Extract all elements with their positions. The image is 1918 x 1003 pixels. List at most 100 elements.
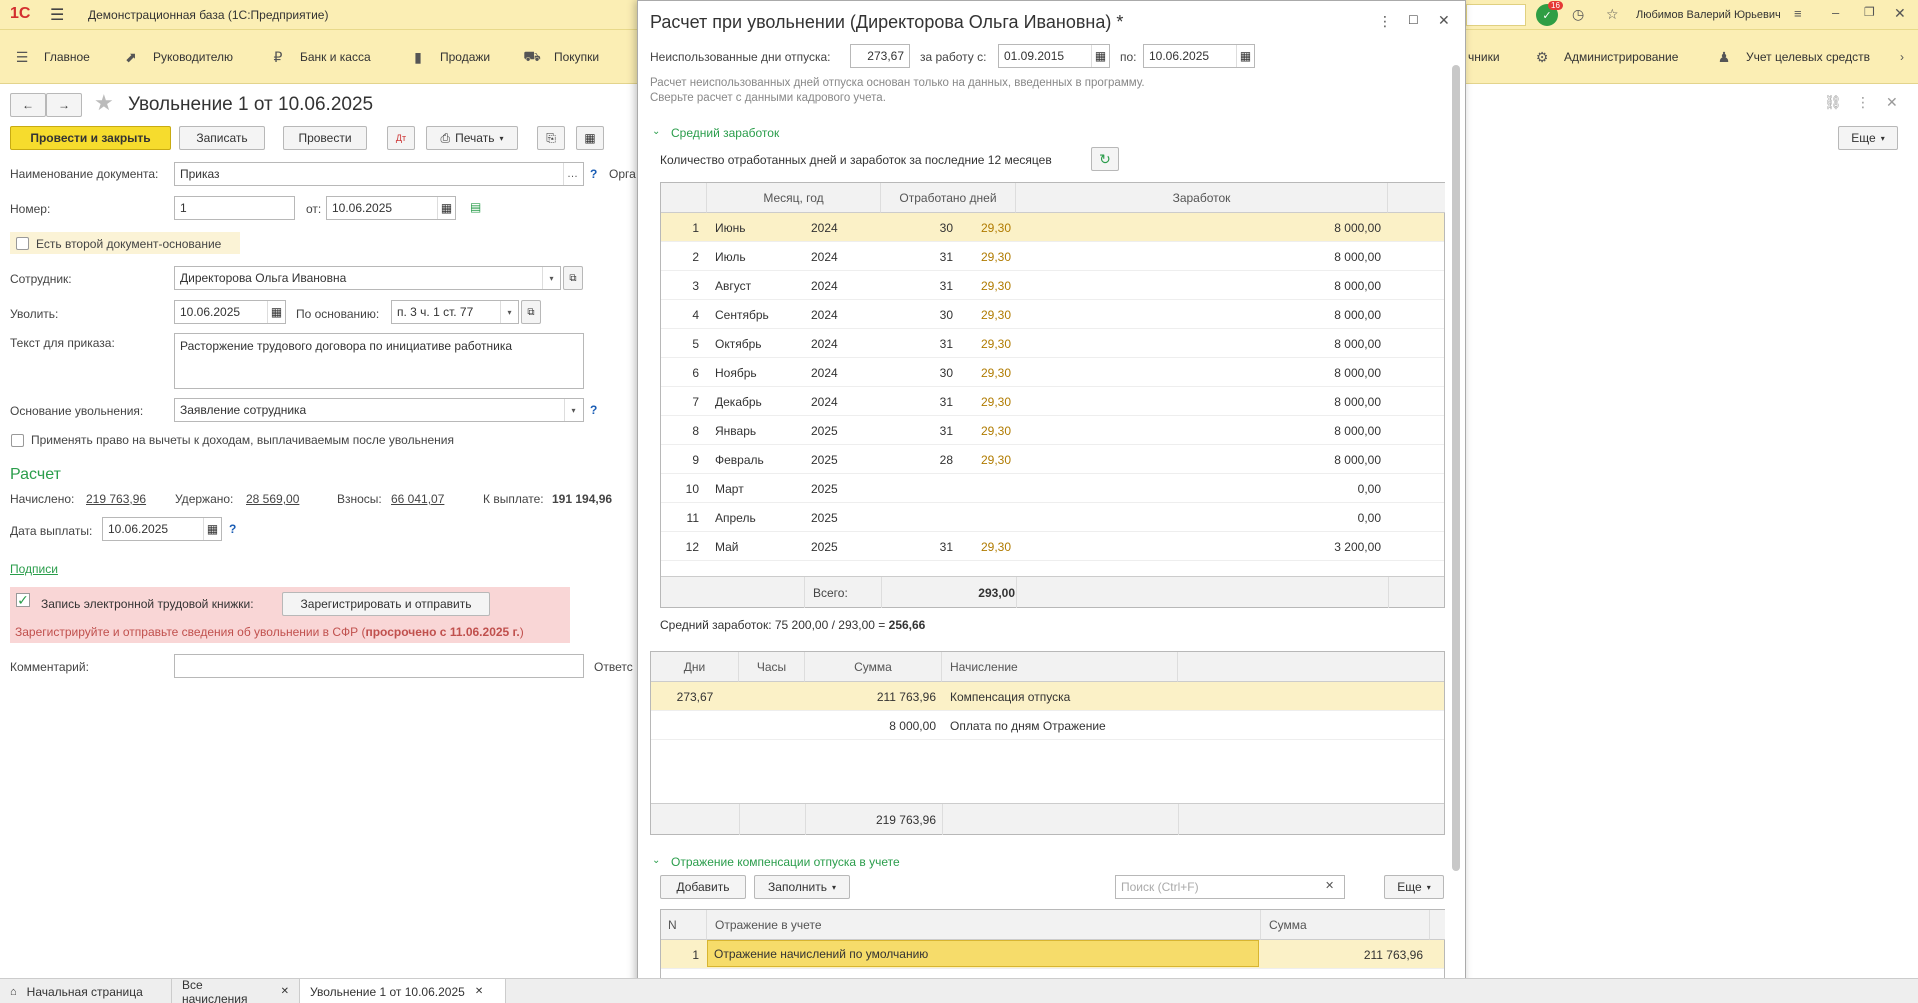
- help-icon[interactable]: ?: [229, 522, 236, 536]
- help-icon[interactable]: ?: [590, 403, 597, 417]
- close-tab-icon[interactable]: ✕: [475, 986, 483, 997]
- table-row[interactable]: 11 Апрель 2025 0,00: [661, 503, 1444, 532]
- doc-name-field[interactable]: Приказ: [174, 162, 584, 186]
- nav-manager[interactable]: ⬈ Руководителю: [123, 30, 233, 84]
- accrued-link[interactable]: 219 763,96: [86, 492, 146, 506]
- calendar-icon[interactable]: ▦: [267, 301, 285, 323]
- table-row[interactable]: 5 Октябрь 2024 31 29,30 8 000,00: [661, 329, 1444, 358]
- search-bar[interactable]: [1466, 4, 1526, 26]
- favorites-icon[interactable]: ☆: [1606, 6, 1619, 23]
- print-button[interactable]: ⎙ Печать ▾: [426, 126, 518, 150]
- table-row[interactable]: 8 000,00 Оплата по дням Отражение: [651, 711, 1444, 740]
- nav-purchases[interactable]: ⛟ Покупки: [523, 30, 599, 84]
- ellipsis-button[interactable]: …: [563, 163, 581, 185]
- table-row[interactable]: 8 Январь 2025 31 29,30 8 000,00: [661, 416, 1444, 445]
- reason-dropdown-icon[interactable]: ▾: [564, 399, 582, 421]
- employee-field[interactable]: Директорова Ольга Ивановна: [174, 266, 561, 290]
- nav-target-funds[interactable]: ♟ Учет целевых средств: [1716, 30, 1870, 84]
- menu-icon[interactable]: ☰: [50, 5, 64, 25]
- table-row[interactable]: 1 Отражение начислений по умолчанию 211 76…: [661, 940, 1444, 969]
- dialog-scrollbar[interactable]: [1452, 65, 1460, 871]
- etk-check-icon[interactable]: ✓: [16, 593, 30, 607]
- avg-section-header[interactable]: Средний заработок: [671, 126, 779, 140]
- dialog-title: Расчет при увольнении (Директорова Ольга…: [650, 12, 1124, 32]
- table-row[interactable]: 4 Сентябрь 2024 30 29,30 8 000,00: [661, 300, 1444, 329]
- refresh-button[interactable]: ↻: [1091, 147, 1119, 171]
- refl-more-button[interactable]: Еще ▾: [1384, 875, 1444, 899]
- nav-admin[interactable]: ⚙ Администрирование: [1534, 30, 1679, 84]
- table-row[interactable]: 9 Февраль 2025 28 29,30 8 000,00: [661, 445, 1444, 474]
- table-row[interactable]: 3 Август 2024 31 29,30 8 000,00: [661, 271, 1444, 300]
- table-row[interactable]: 1 Июнь 2024 30 29,30 8 000,00: [661, 213, 1444, 242]
- add-button[interactable]: Добавить: [660, 875, 746, 899]
- attach-button[interactable]: ⎘: [537, 126, 565, 150]
- basis-open-button[interactable]: ⧉: [521, 300, 541, 324]
- help-icon[interactable]: ?: [590, 167, 597, 181]
- refl-section-chevron-icon[interactable]: ⌄: [652, 855, 660, 866]
- tab-all-accruals[interactable]: Все начисления ✕: [172, 978, 300, 1003]
- close-icon[interactable]: ✕: [1894, 5, 1906, 22]
- comment-field[interactable]: [174, 654, 584, 678]
- dialog-more-icon[interactable]: ⋮: [1378, 13, 1392, 30]
- deduction-checkbox[interactable]: [11, 434, 24, 447]
- basis-dropdown-icon[interactable]: ▾: [500, 301, 518, 323]
- employee-open-button[interactable]: ⧉: [563, 266, 583, 290]
- search-input[interactable]: Поиск (Ctrl+F): [1115, 875, 1345, 899]
- table-row[interactable]: 2 Июль 2024 31 29,30 8 000,00: [661, 242, 1444, 271]
- contrib-link[interactable]: 66 041,07: [391, 492, 444, 506]
- close-doc-icon[interactable]: ✕: [1886, 94, 1898, 111]
- dialog-close-icon[interactable]: ✕: [1438, 12, 1450, 29]
- cell-reflection[interactable]: Отражение начислений по умолчанию: [707, 940, 1259, 967]
- register-send-button[interactable]: Зарегистрировать и отправить: [282, 592, 490, 616]
- refl-section-header[interactable]: Отражение компенсации отпуска в учете: [671, 855, 900, 869]
- more-button[interactable]: Еще ▾: [1838, 126, 1898, 150]
- dt-kt-button[interactable]: Дт: [387, 126, 415, 150]
- structure-button[interactable]: ▦: [576, 126, 604, 150]
- restore-icon[interactable]: ❐: [1864, 5, 1875, 19]
- post-and-close-button[interactable]: Провести и закрыть: [10, 126, 171, 150]
- history-icon[interactable]: ◷: [1572, 6, 1584, 23]
- favorite-star-icon[interactable]: ★: [94, 90, 114, 116]
- back-button[interactable]: ←: [10, 93, 46, 117]
- reason-field[interactable]: Заявление сотрудника: [174, 398, 584, 422]
- calendar-icon[interactable]: ▦: [1236, 45, 1254, 67]
- table-row[interactable]: 10 Март 2025 0,00: [661, 474, 1444, 503]
- save-button[interactable]: Записать: [179, 126, 265, 150]
- nav-main[interactable]: ☰ Главное: [14, 30, 90, 84]
- signatures-link[interactable]: Подписи: [10, 562, 58, 576]
- nav-sales[interactable]: ▮ Продажи: [410, 30, 490, 84]
- number-edit-icon[interactable]: ▤: [470, 200, 481, 214]
- post-button[interactable]: Провести: [283, 126, 367, 150]
- nav-directories[interactable]: чники: [1468, 30, 1500, 84]
- chevron-right-icon[interactable]: ›: [1900, 50, 1904, 64]
- search-clear-icon[interactable]: ✕: [1325, 879, 1334, 892]
- calc-header: Расчет: [10, 466, 61, 483]
- employee-dropdown-icon[interactable]: ▾: [542, 267, 560, 289]
- link-icon[interactable]: ⛓: [1824, 94, 1842, 111]
- table-row[interactable]: 7 Декабрь 2024 31 29,30 8 000,00: [661, 387, 1444, 416]
- table-row[interactable]: 12 Май 2025 31 29,30 3 200,00: [661, 532, 1444, 561]
- forward-button[interactable]: →: [46, 93, 82, 117]
- cell-hours: [739, 682, 805, 711]
- nav-bank[interactable]: ₽ Банк и касса: [270, 30, 371, 84]
- close-tab-icon[interactable]: ✕: [281, 986, 289, 997]
- number-field[interactable]: 1: [174, 196, 295, 220]
- second-doc-checkbox[interactable]: [16, 237, 29, 250]
- user-name[interactable]: Любимов Валерий Юрьевич: [1636, 9, 1781, 21]
- table-row[interactable]: 273,67 211 763,96 Компенсация отпуска: [651, 682, 1444, 711]
- minimize-icon[interactable]: –: [1832, 5, 1839, 20]
- table-row[interactable]: 6 Ноябрь 2024 30 29,30 8 000,00: [661, 358, 1444, 387]
- avg-section-chevron-icon[interactable]: ⌄: [652, 126, 660, 137]
- calendar-icon[interactable]: ▦: [1091, 45, 1109, 67]
- more-icon[interactable]: ⋮: [1856, 94, 1870, 111]
- order-text-field[interactable]: Расторжение трудового договора по инициа…: [174, 333, 584, 389]
- tab-dismissal[interactable]: Увольнение 1 от 10.06.2025 ✕: [300, 979, 506, 1003]
- withheld-link[interactable]: 28 569,00: [246, 492, 299, 506]
- fill-button[interactable]: Заполнить ▾: [754, 875, 850, 899]
- tab-home[interactable]: ⌂ Начальная страница: [0, 979, 172, 1003]
- calendar-icon[interactable]: ▦: [203, 518, 221, 540]
- dialog-maximize-icon[interactable]: ☐: [1408, 13, 1419, 27]
- settings-icon[interactable]: ≡: [1794, 6, 1802, 21]
- calendar-icon[interactable]: ▦: [437, 197, 455, 219]
- unused-days-field[interactable]: 273,67: [850, 44, 910, 68]
